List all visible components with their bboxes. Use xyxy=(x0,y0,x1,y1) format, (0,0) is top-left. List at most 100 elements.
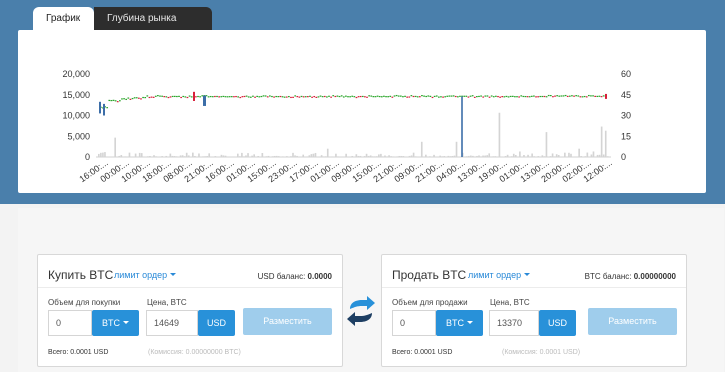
candle xyxy=(159,95,161,97)
volume-bar xyxy=(247,153,249,157)
volume-bar xyxy=(104,152,106,157)
candle xyxy=(583,95,586,98)
swap-arrows-icon[interactable] xyxy=(345,296,377,326)
candle xyxy=(473,96,476,98)
volume-bar xyxy=(414,156,417,157)
volume-bar xyxy=(443,156,446,157)
volume-bar xyxy=(482,155,484,157)
volume-bar xyxy=(486,155,488,157)
sell-order-type-dropdown[interactable]: лимит ордер xyxy=(468,270,531,280)
y-right-tick-label: 0 xyxy=(621,152,626,162)
price-chart-svg: 20,00015,00010,0005,000060453015016:00:.… xyxy=(62,69,631,184)
candle xyxy=(211,96,214,98)
volume-bar xyxy=(114,137,116,157)
candle xyxy=(241,96,244,98)
candle xyxy=(387,96,389,98)
candle xyxy=(285,96,288,98)
volume-bar xyxy=(455,141,458,157)
tab-chart[interactable]: График xyxy=(33,7,94,30)
candle xyxy=(402,96,404,98)
volume-bar xyxy=(312,153,315,157)
sell-amount-input[interactable]: 0 xyxy=(392,310,436,336)
buy-amount-currency-select[interactable]: BTC xyxy=(92,310,139,336)
caret-down-icon xyxy=(123,321,129,324)
volume-bar xyxy=(359,155,362,157)
volume-bar xyxy=(490,156,493,157)
candle xyxy=(152,96,155,98)
candle xyxy=(150,96,153,98)
volume-bar xyxy=(239,156,241,157)
candle xyxy=(309,95,311,97)
candle xyxy=(581,96,584,98)
volume-bar xyxy=(253,154,255,157)
buy-place-order-button[interactable]: Разместить xyxy=(243,308,332,335)
volume-bar xyxy=(102,152,104,157)
candle xyxy=(264,95,267,97)
candle xyxy=(201,95,204,97)
volume-bar xyxy=(198,153,200,157)
volume-bar xyxy=(447,155,450,157)
sell-place-order-button[interactable]: Разместить xyxy=(588,308,677,335)
volume-bar xyxy=(324,156,327,157)
candle xyxy=(300,95,303,98)
buy-price-currency[interactable]: USD xyxy=(198,310,235,336)
volume-bar xyxy=(441,156,444,157)
buy-amount-input[interactable]: 0 xyxy=(48,310,92,336)
volume-bar xyxy=(220,154,223,157)
candle xyxy=(454,95,457,98)
tab-market-depth[interactable]: Глубина рынка xyxy=(94,7,212,30)
sell-price-currency[interactable]: USD xyxy=(539,310,576,336)
sell-amount-currency-select[interactable]: BTC xyxy=(436,310,483,336)
buy-order-type-label: лимит ордер xyxy=(114,270,168,280)
sell-amount-currency: BTC xyxy=(446,318,464,328)
candle xyxy=(547,94,550,97)
candle xyxy=(480,95,482,97)
candle xyxy=(556,95,558,97)
volume-bar xyxy=(261,153,264,157)
candle xyxy=(359,95,362,98)
candle xyxy=(148,96,151,99)
volume-bar xyxy=(492,156,495,157)
candle xyxy=(154,95,157,97)
sell-balance-label: BTC баланс: xyxy=(584,272,632,281)
candle xyxy=(298,96,301,98)
volume-bar xyxy=(185,152,188,157)
buy-price-input[interactable]: 14649 xyxy=(146,310,198,336)
sell-price-input[interactable]: 13370 xyxy=(489,310,539,336)
volume-bar xyxy=(265,156,268,157)
volume-bar xyxy=(478,155,480,157)
volume-bar xyxy=(410,155,413,157)
candle xyxy=(224,96,227,98)
volume-bar xyxy=(425,154,427,157)
volume-bar xyxy=(429,156,431,157)
buy-order-type-dropdown[interactable]: лимит ордер xyxy=(114,270,177,280)
candle xyxy=(446,95,449,97)
y-right-tick-label: 45 xyxy=(621,90,631,100)
volume-bar xyxy=(369,155,372,157)
candle xyxy=(507,96,510,98)
candle xyxy=(258,96,261,98)
candle xyxy=(127,97,130,99)
volume-bar xyxy=(257,155,260,157)
candle xyxy=(184,96,187,98)
candle xyxy=(514,96,516,98)
candle xyxy=(355,96,358,99)
candle xyxy=(530,95,533,97)
volume-bar xyxy=(596,154,599,157)
volume-bar xyxy=(245,155,247,157)
candle xyxy=(414,95,417,98)
volume-bar xyxy=(355,154,358,157)
candle xyxy=(522,95,525,98)
volume-bar xyxy=(267,155,270,157)
buy-price-label: Цена, BTC xyxy=(147,298,187,307)
candle xyxy=(558,95,561,97)
volume-bar xyxy=(453,155,456,157)
volume-bar xyxy=(302,154,305,157)
candle xyxy=(277,96,280,98)
candle xyxy=(585,96,588,98)
candle xyxy=(416,96,419,98)
volume-bar xyxy=(506,154,509,157)
volume-bar xyxy=(196,156,198,157)
candle xyxy=(114,100,117,102)
candle xyxy=(501,96,504,98)
